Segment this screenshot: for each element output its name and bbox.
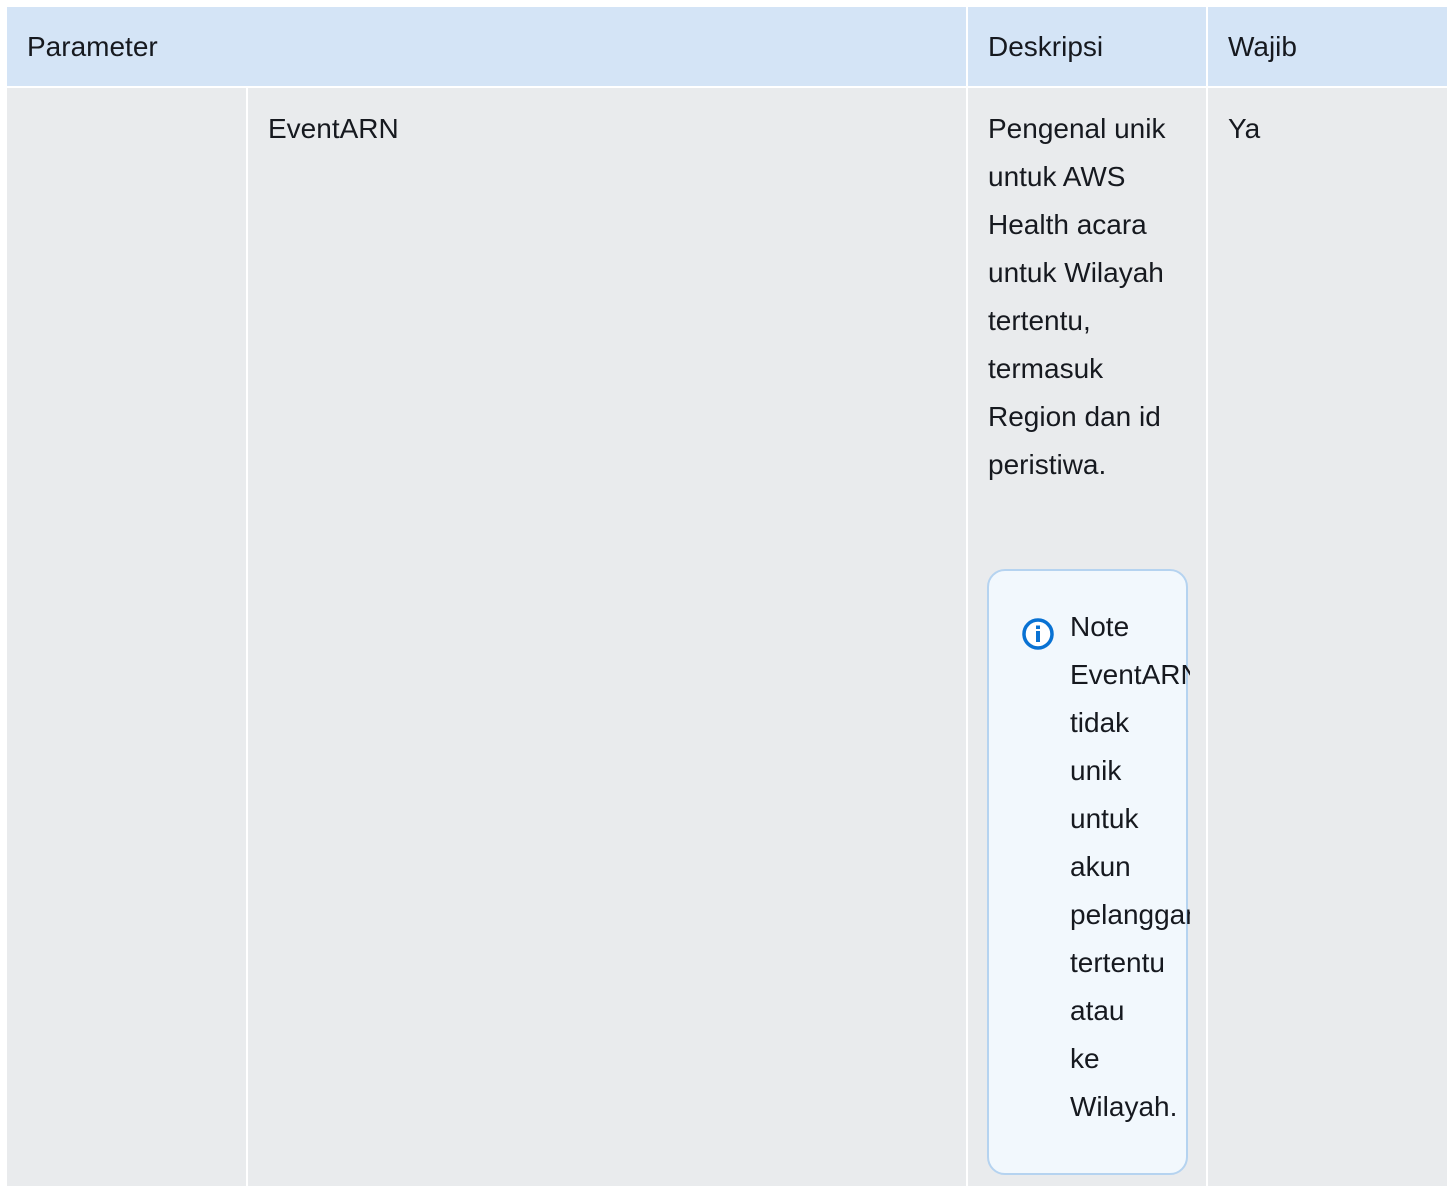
header-parameter: Parameter: [27, 31, 158, 62]
note-line: atau: [1070, 995, 1125, 1026]
indent-cell: [7, 88, 246, 1186]
parameter-name: EventARN: [268, 113, 399, 144]
note-line: untuk: [1070, 803, 1139, 834]
header-required: Wajib: [1206, 7, 1447, 86]
required-cell: Ya: [1206, 88, 1447, 1186]
parameter-name-cell: EventARN: [246, 88, 966, 1186]
header-description: Deskripsi: [966, 7, 1206, 86]
note-body: EventARN tidak unik untuk akun pelanggan…: [1070, 651, 1190, 1131]
note-line: tidak: [1070, 707, 1130, 738]
parameter-table: Parameter Deskripsi Wajib EventARN Penge…: [7, 7, 1447, 1186]
note-line: ke: [1070, 1043, 1100, 1074]
note-title: Note: [1070, 611, 1130, 642]
note-line: akun: [1070, 851, 1131, 882]
note-line: tertentu: [1070, 947, 1165, 978]
required-value: Ya: [1228, 113, 1261, 144]
note-line: EventARN: [1070, 659, 1190, 690]
table-row: EventARN Pengenal unik untuk AWS Health …: [7, 88, 1447, 1186]
note-line: unik: [1070, 755, 1122, 786]
note-line: Wilayah.: [1070, 1091, 1178, 1122]
note-box: Note EventARN tidak unik untuk akun pela…: [987, 569, 1190, 1175]
info-icon: [1022, 618, 1054, 650]
parameter-description: Pengenal unik untuk AWS Health acara unt…: [988, 113, 1166, 480]
note-line: pelanggan: [1070, 899, 1190, 930]
table-header-row: Parameter Deskripsi Wajib: [7, 7, 1447, 86]
description-cell: Pengenal unik untuk AWS Health acara unt…: [966, 88, 1206, 1186]
